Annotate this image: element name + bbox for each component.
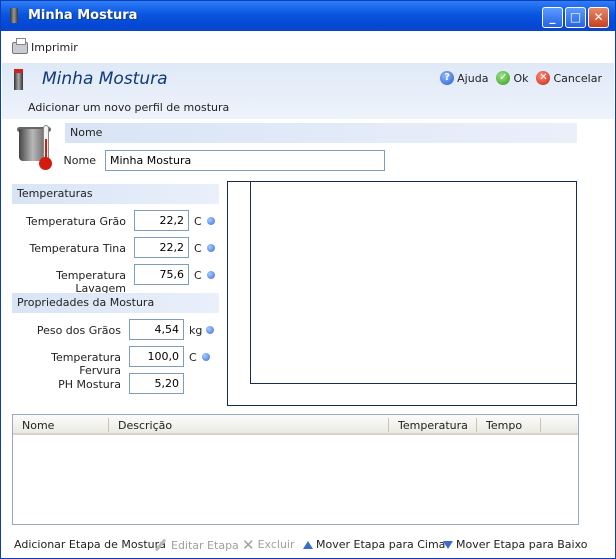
page-subtitle: Adicionar um novo perfil de mostura (28, 101, 230, 114)
mash-ph-label: PH Mostura (58, 378, 121, 391)
cancel-label: Cancelar (553, 71, 602, 85)
properties-section-title: Propriedades da Mostura (12, 293, 219, 313)
edit-step-button[interactable]: Editar Etapa (154, 538, 239, 552)
cancel-icon: ✕ (536, 71, 551, 85)
column-header-temperature[interactable]: Temperatura (398, 419, 468, 432)
app-icon (10, 8, 18, 23)
minimize-button[interactable]: _ (542, 7, 563, 28)
grain-weight-input[interactable]: 4,54 (129, 319, 184, 340)
maximize-button[interactable]: □ (565, 7, 586, 28)
sparge-temp-unit: C (194, 269, 202, 282)
arrow-down-icon (443, 540, 453, 549)
check-icon: ✓ (496, 71, 511, 85)
sparge-temp-input[interactable]: 75,6 (134, 264, 189, 285)
boil-temp-unit-toggle-icon[interactable] (202, 353, 210, 361)
print-label: Imprimir (31, 41, 78, 54)
delete-x-icon: ✕ (242, 535, 255, 554)
boil-temp-label: Temperatura Fervura (51, 351, 121, 377)
mash-steps-table[interactable]: Nome Descrição Temperatura Tempo (12, 414, 579, 525)
column-separator (108, 418, 109, 432)
page-title: Minha Mostura (42, 69, 168, 89)
step-actions-bar: Adicionar Etapa de Mostura Editar Etapa … (2, 532, 614, 558)
tun-temp-unit-toggle-icon[interactable] (207, 244, 215, 252)
column-separator (476, 418, 477, 432)
table-header: Nome Descrição Temperatura Tempo (13, 415, 578, 435)
ok-label: Ok (513, 71, 529, 85)
column-header-description[interactable]: Descrição (118, 419, 172, 432)
move-step-up-button[interactable]: Mover Etapa para Cima (303, 538, 445, 551)
mash-profile-window: Minha Mostura _ □ ✕ Imprimir Minha Mostu… (0, 0, 616, 559)
add-step-label: Adicionar Etapa de Mostura (14, 538, 166, 551)
mash-ph-input[interactable]: 5,20 (129, 373, 184, 394)
mash-profile-chart (227, 181, 577, 406)
mash-tun-icon (14, 69, 23, 90)
arrow-up-icon (303, 540, 313, 549)
add-step-button[interactable]: Adicionar Etapa de Mostura (14, 538, 166, 551)
help-button[interactable]: ? Ajuda (440, 71, 488, 85)
grain-weight-unit: kg (189, 324, 203, 337)
print-button[interactable]: Imprimir (12, 37, 78, 54)
title-bar[interactable]: Minha Mostura _ □ ✕ (1, 1, 615, 31)
cancel-button[interactable]: ✕ Cancelar (536, 71, 602, 85)
pencil-icon (154, 538, 168, 552)
header-actions: ? Ajuda ✓ Ok ✕ Cancelar (440, 71, 602, 85)
grain-weight-unit-toggle-icon[interactable] (206, 326, 214, 334)
grain-temp-input[interactable]: 22,2 (134, 210, 189, 231)
column-separator (388, 418, 389, 432)
tun-temp-input[interactable]: 22,2 (134, 237, 189, 258)
printer-icon (12, 37, 28, 54)
column-header-time[interactable]: Tempo (486, 419, 522, 432)
sparge-temp-label: Temperatura Lavagem (56, 269, 126, 295)
name-section-title: Nome (65, 123, 577, 143)
boil-temp-unit: C (189, 351, 197, 364)
chart-plot-area (250, 182, 576, 384)
move-up-label: Mover Etapa para Cima (316, 538, 446, 551)
delete-step-button[interactable]: ✕ Excluir (242, 535, 295, 554)
grain-temp-unit: C (194, 215, 202, 228)
help-label: Ajuda (457, 71, 489, 85)
menu-bar: Imprimir (2, 31, 614, 63)
close-button[interactable]: ✕ (588, 7, 609, 28)
help-icon: ? (440, 71, 455, 85)
temperatures-section-title: Temperaturas (12, 184, 219, 204)
window-title: Minha Mostura (28, 8, 138, 23)
column-header-name[interactable]: Nome (22, 419, 54, 432)
name-field[interactable]: Minha Mostura (105, 150, 385, 171)
tun-temp-label: Temperatura Tina (29, 242, 126, 255)
column-separator (540, 418, 541, 432)
delete-step-label: Excluir (257, 538, 295, 551)
edit-step-label: Editar Etapa (171, 538, 239, 552)
move-down-label: Mover Etapa para Baixo (456, 538, 588, 551)
boil-temp-input[interactable]: 100,0 (129, 346, 184, 367)
grain-weight-label: Peso dos Grãos (36, 324, 121, 337)
sparge-temp-unit-toggle-icon[interactable] (207, 271, 215, 279)
form-header: Minha Mostura Adicionar um novo perfil d… (2, 63, 614, 119)
move-step-down-button[interactable]: Mover Etapa para Baixo (443, 538, 587, 551)
name-label: Nome (63, 154, 96, 167)
tun-temp-unit: C (194, 242, 202, 255)
grain-temp-unit-toggle-icon[interactable] (207, 217, 215, 225)
grain-temp-label: Temperatura Grão (26, 215, 126, 228)
ok-button[interactable]: ✓ Ok (496, 71, 528, 85)
